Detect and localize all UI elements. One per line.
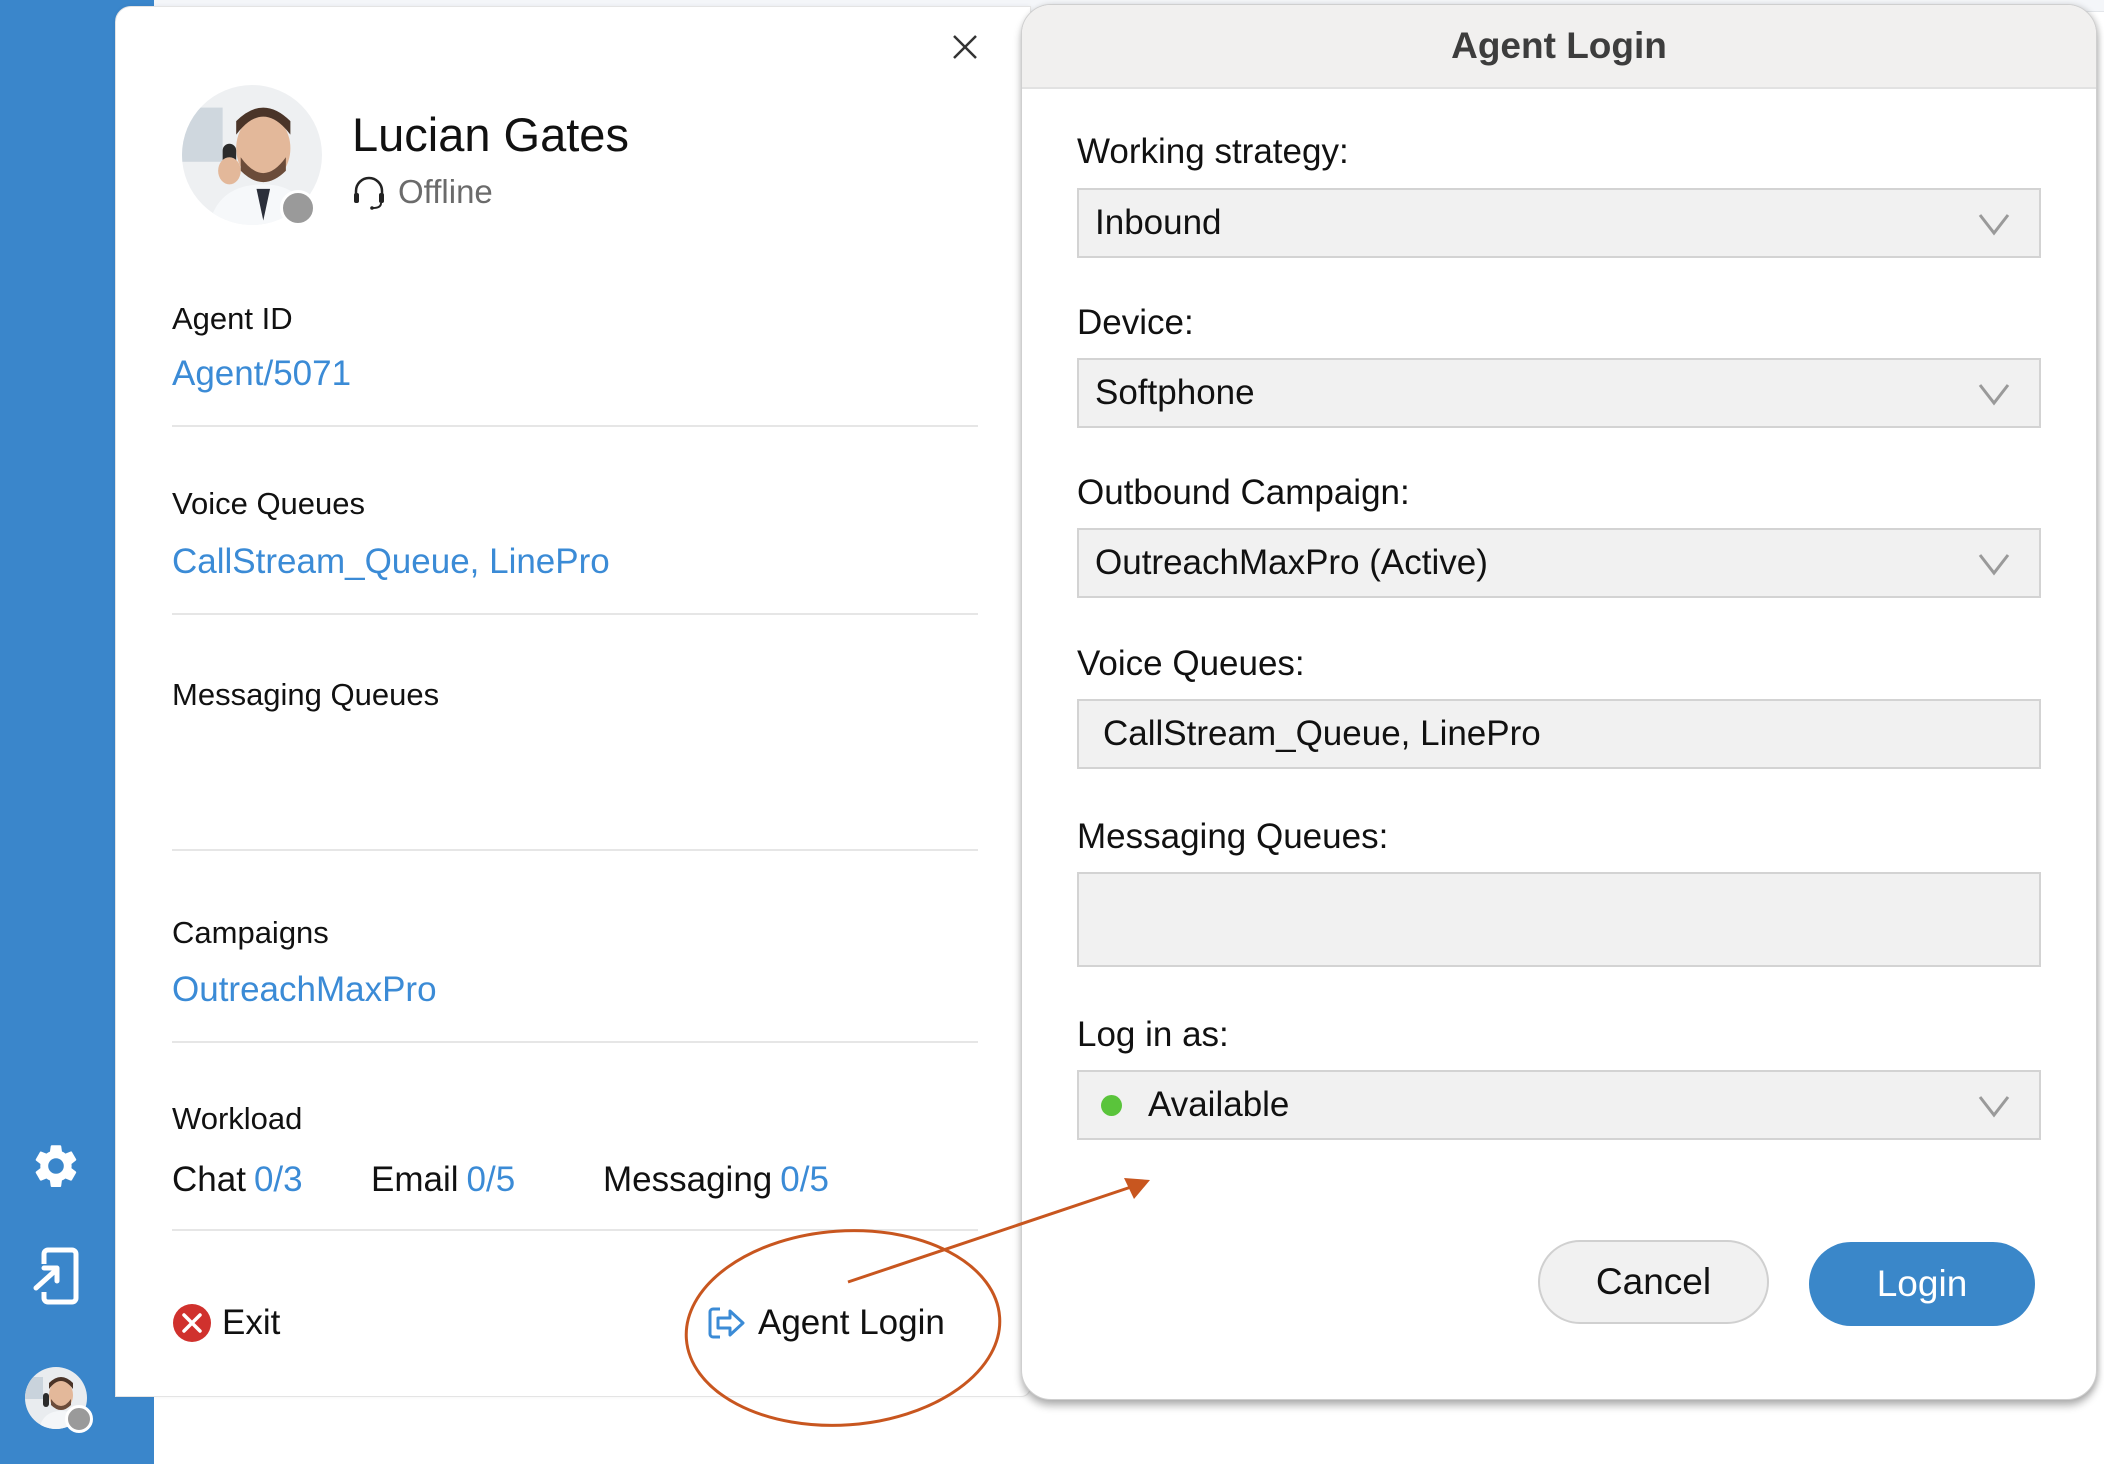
agent-info-panel: Lucian Gates Offline Agent ID Agent/5071… [115, 6, 1031, 1397]
chevron-down-icon [1978, 1096, 2010, 1118]
outbound-campaign-label: Outbound Campaign: [1077, 473, 1410, 512]
exit-label: Exit [222, 1303, 281, 1342]
agent-name: Lucian Gates [352, 108, 629, 161]
presence-status: Offline [352, 173, 493, 211]
exit-button[interactable]: Exit [172, 1303, 280, 1343]
working-strategy-label: Working strategy: [1077, 132, 1349, 171]
divider [172, 425, 978, 427]
agent-login-dialog: Agent Login Working strategy: Inbound De… [1021, 4, 2097, 1400]
login-arrow-icon [708, 1307, 745, 1339]
headset-icon [354, 176, 384, 210]
divider [172, 849, 978, 851]
agent-login-link[interactable]: Agent Login [706, 1303, 945, 1343]
workload-email: Email 0/5 [371, 1160, 515, 1200]
chevron-down-icon [1978, 214, 2010, 236]
status-dot [280, 190, 316, 226]
gear-icon [35, 1145, 77, 1187]
log-in-as-label: Log in as: [1077, 1015, 1229, 1054]
chevron-down-icon [1978, 384, 2010, 406]
chevron-down-icon [1978, 554, 2010, 576]
sidebar-item-login[interactable] [27, 1247, 85, 1305]
outbound-campaign-value: OutreachMaxPro (Active) [1095, 543, 1488, 582]
login-device-icon [33, 1247, 79, 1305]
workload-messaging-label: Messaging [603, 1160, 773, 1199]
working-strategy-value: Inbound [1095, 203, 1222, 242]
status-text: Offline [398, 173, 493, 210]
close-icon [953, 35, 977, 59]
close-button[interactable] [949, 31, 981, 63]
available-status-dot [1101, 1094, 1122, 1116]
log-in-as-select[interactable]: Available [1077, 1070, 2041, 1140]
sidebar-avatar[interactable] [25, 1367, 93, 1433]
voice-queues-input[interactable]: CallStream_Queue, LinePro [1077, 699, 2041, 769]
voice-queues-input-value: CallStream_Queue, LinePro [1103, 714, 1541, 753]
workload-email-label: Email [371, 1160, 459, 1199]
device-label: Device: [1077, 303, 1194, 342]
outbound-campaign-select[interactable]: OutreachMaxPro (Active) [1077, 528, 2041, 598]
messaging-queues-dialog-label: Messaging Queues: [1077, 817, 1389, 856]
device-value: Softphone [1095, 373, 1255, 412]
workload-chat-value: 0/3 [253, 1160, 303, 1199]
agent-login-label: Agent Login [758, 1303, 945, 1342]
voice-queues-value[interactable]: CallStream_Queue, LinePro [172, 542, 610, 582]
workload-chat: Chat 0/3 [172, 1160, 303, 1200]
workload-messaging-value: 0/5 [780, 1160, 829, 1199]
login-button[interactable]: Login [1809, 1242, 2035, 1326]
messaging-queues-input[interactable] [1077, 872, 2041, 967]
avatar-status-dot [65, 1405, 93, 1433]
workload-label: Workload [172, 1101, 303, 1136]
workload-chat-label: Chat [172, 1160, 246, 1199]
device-select[interactable]: Softphone [1077, 358, 2041, 428]
log-in-as-value: Available [1148, 1085, 1290, 1124]
agent-id-value[interactable]: Agent/5071 [172, 354, 351, 394]
exit-icon [173, 1304, 211, 1342]
messaging-queues-label: Messaging Queues [172, 677, 440, 712]
voice-queues-label: Voice Queues [172, 486, 366, 521]
workload-email-value: 0/5 [466, 1160, 516, 1199]
divider [172, 1041, 978, 1043]
divider [172, 613, 978, 615]
agent-id-label: Agent ID [172, 301, 293, 336]
working-strategy-select[interactable]: Inbound [1077, 188, 2041, 258]
campaigns-value[interactable]: OutreachMaxPro [172, 970, 437, 1010]
dialog-title: Agent Login [1022, 5, 2096, 89]
sidebar-item-settings[interactable] [27, 1137, 85, 1195]
divider [172, 1229, 978, 1231]
voice-queues-dialog-label: Voice Queues: [1077, 644, 1305, 683]
cancel-button[interactable]: Cancel [1538, 1240, 1769, 1324]
campaigns-label: Campaigns [172, 915, 329, 950]
workload-messaging: Messaging 0/5 [603, 1160, 829, 1200]
